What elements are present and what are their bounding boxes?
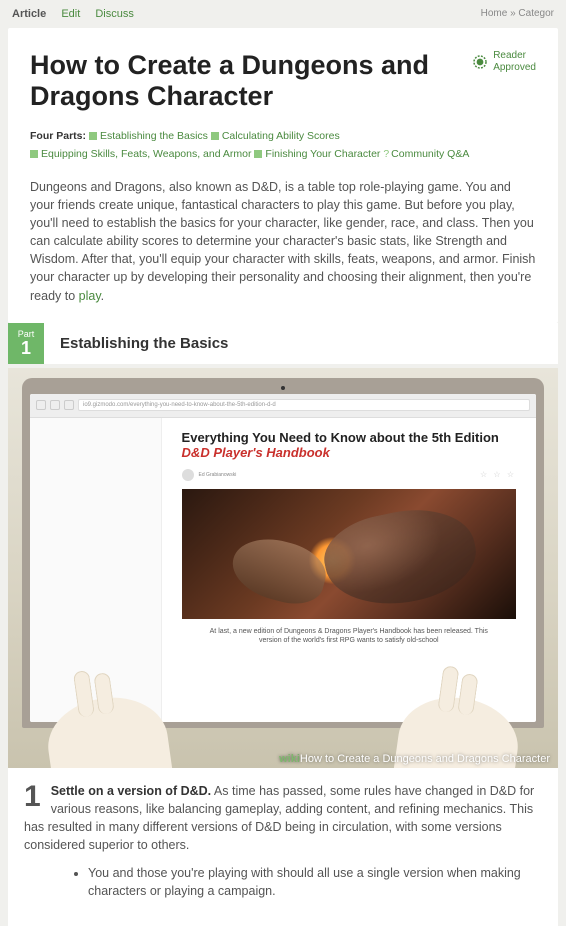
page-title: How to Create a Dungeons and Dragons Cha…	[30, 50, 451, 112]
part-link-qa[interactable]: ?Community Q&A	[383, 148, 469, 160]
crumb-category[interactable]: Categor	[518, 8, 554, 19]
parts-label: Four Parts:	[30, 130, 86, 142]
nav-reload-icon	[64, 400, 74, 410]
reader-approved-badge: Reader Approved	[471, 50, 536, 74]
part-link-finishing[interactable]: Finishing Your Character	[254, 148, 380, 160]
crumb-home[interactable]: Home	[481, 8, 508, 19]
step-bullets: You and those you're playing with should…	[72, 864, 542, 900]
square-icon	[30, 150, 38, 158]
part-number: 1	[8, 339, 44, 357]
page-hero-image	[182, 489, 516, 619]
author-name: Ed Grabianowski	[199, 472, 237, 478]
laptop-screen: io9.gizmodo.com/everything-you-need-to-k…	[30, 394, 536, 722]
breadcrumb: Home » Categor	[481, 8, 554, 20]
part-badge: Part 1	[8, 323, 44, 364]
browser-toolbar: io9.gizmodo.com/everything-you-need-to-k…	[30, 394, 536, 418]
approved-line2: Approved	[493, 62, 536, 74]
tab-edit[interactable]: Edit	[61, 8, 80, 20]
step-content: 1 Settle on a version of D&D. As time ha…	[8, 768, 558, 926]
square-icon	[89, 132, 97, 140]
page-byline: Ed Grabianowski ☆ ☆ ☆	[182, 469, 516, 481]
step-title: Settle on a version of D&D.	[51, 784, 211, 798]
square-icon	[211, 132, 219, 140]
question-icon: ?	[383, 148, 389, 160]
tab-article[interactable]: Article	[12, 8, 46, 20]
crumb-sep: »	[510, 8, 516, 19]
top-nav: Article Edit Discuss Home » Categor	[0, 0, 566, 28]
watermark: wikiHow to Create a Dungeons and Dragons…	[279, 753, 550, 765]
tab-discuss[interactable]: Discuss	[95, 8, 134, 20]
camera-icon	[281, 386, 285, 390]
intro-paragraph: Dungeons and Dragons, also known as D&D,…	[30, 178, 536, 323]
stars-icon: ☆ ☆ ☆	[480, 470, 516, 479]
parts-nav: Four Parts: Establishing the Basics Calc…	[30, 128, 536, 164]
part-link-ability[interactable]: Calculating Ability Scores	[211, 130, 340, 142]
step-illustration: io9.gizmodo.com/everything-you-need-to-k…	[8, 368, 558, 768]
section-header: Part 1 Establishing the Basics	[8, 323, 558, 364]
avatar-icon	[182, 469, 194, 481]
address-bar: io9.gizmodo.com/everything-you-need-to-k…	[78, 399, 530, 411]
article-header: How to Create a Dungeons and Dragons Cha…	[8, 28, 558, 323]
top-nav-left: Article Edit Discuss	[12, 8, 146, 20]
intro-play-link[interactable]: play	[79, 289, 101, 303]
page-caption: At last, a new edition of Dungeons & Dra…	[182, 627, 516, 645]
part-link-basics[interactable]: Establishing the Basics	[89, 130, 208, 142]
section-title: Establishing the Basics	[44, 323, 558, 364]
approved-line1: Reader	[493, 50, 536, 62]
part-link-equipping[interactable]: Equipping Skills, Feats, Weapons, and Ar…	[30, 148, 252, 160]
list-item: You and those you're playing with should…	[88, 864, 542, 900]
step-number: 1	[24, 782, 41, 812]
nav-back-icon	[36, 400, 46, 410]
nav-fwd-icon	[50, 400, 60, 410]
page-headline: Everything You Need to Know about the 5t…	[182, 430, 516, 461]
page-main: Everything You Need to Know about the 5t…	[162, 418, 536, 722]
seal-icon	[471, 53, 489, 71]
square-icon	[254, 150, 262, 158]
